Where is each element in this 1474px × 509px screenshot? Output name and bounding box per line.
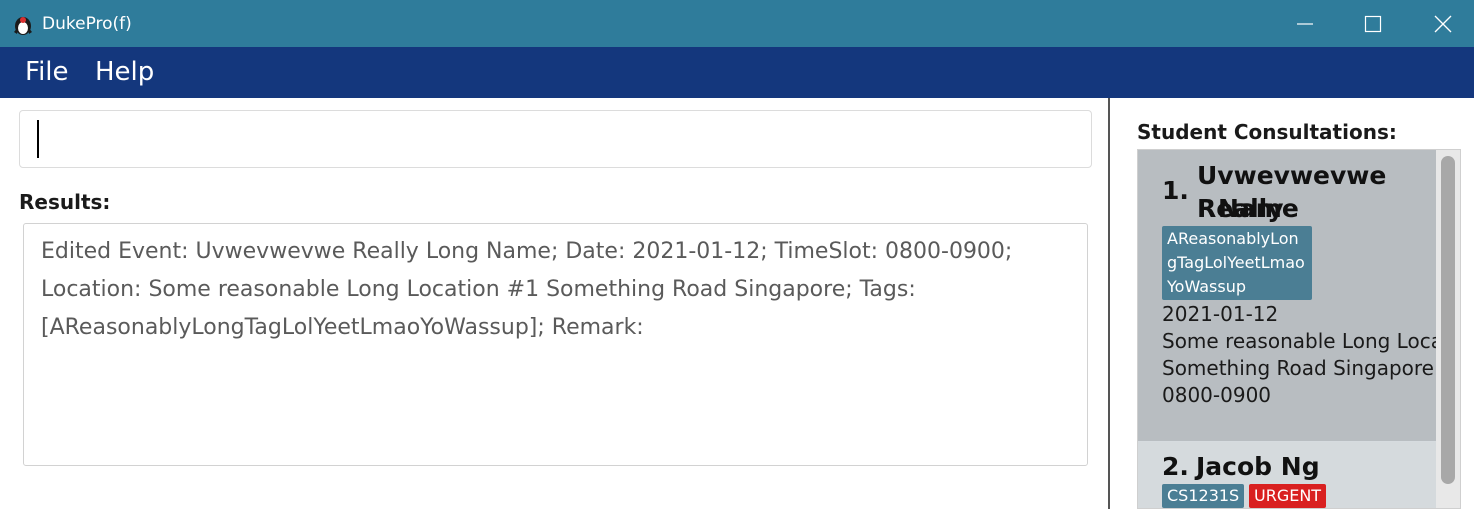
card-index: 1. (1162, 176, 1189, 205)
window-title: DukePro(f) (42, 14, 132, 34)
consultation-card[interactable]: 2. Jacob Ng CS1231S URGENT (1138, 442, 1436, 508)
card-time: 0800-0900 (1162, 383, 1272, 407)
minimize-button[interactable] (1270, 0, 1340, 47)
main-pane: Results: Edited Event: Uvwevwevwe Really… (0, 98, 1108, 509)
tag-text-line2: gTagLolYeetLmao (1167, 253, 1305, 272)
command-input[interactable] (19, 110, 1092, 168)
consultations-pane: Student Consultations: 1. Uvwevwevwe Rea… (1110, 98, 1474, 509)
maximize-icon (1364, 15, 1382, 33)
card-location-line2: Something Road Singapore (1162, 356, 1434, 380)
card-date: 2021-01-12 (1162, 302, 1279, 326)
text-caret (37, 120, 39, 158)
card-name-line2: Name (1218, 194, 1299, 223)
urgent-tag-badge: URGENT (1249, 484, 1327, 508)
consultations-title: Student Consultations: (1137, 120, 1397, 144)
card-index: 2. (1162, 452, 1189, 481)
list-scrollbar[interactable] (1436, 150, 1460, 508)
consultation-card[interactable]: 1. Uvwevwevwe Really Name AReasonablyLon… (1138, 150, 1460, 441)
scrollbar-thumb[interactable] (1441, 156, 1455, 484)
tag-text-line1: AReasonablyLon (1167, 229, 1299, 248)
card-location-line1: Some reasonable Long Locatio (1162, 329, 1461, 353)
card-name: Jacob Ng (1196, 452, 1320, 481)
minimize-icon (1297, 23, 1313, 25)
results-label: Results: (19, 190, 111, 214)
results-display[interactable]: Edited Event: Uvwevwevwe Really Long Nam… (23, 223, 1088, 466)
maximize-button[interactable] (1338, 0, 1408, 47)
menu-bar: File Help (0, 47, 1474, 98)
menu-file[interactable]: File (25, 57, 69, 87)
close-icon (1434, 15, 1452, 33)
app-window: DukePro(f) File Help Results: Edited Eve… (0, 0, 1474, 509)
tag-text-line3: YoWassup (1167, 277, 1247, 296)
consultation-list[interactable]: 1. Uvwevwevwe Really Name AReasonablyLon… (1137, 149, 1461, 509)
tag-badge: AReasonablyLon gTagLolYeetLmao YoWassup (1162, 226, 1312, 300)
results-text: Edited Event: Uvwevwevwe Really Long Nam… (41, 239, 1013, 340)
tag-badge: CS1231S (1162, 484, 1245, 508)
duke-penguin-icon (11, 12, 35, 36)
title-bar[interactable]: DukePro(f) (0, 0, 1474, 47)
menu-help[interactable]: Help (95, 57, 154, 87)
close-button[interactable] (1408, 0, 1474, 47)
